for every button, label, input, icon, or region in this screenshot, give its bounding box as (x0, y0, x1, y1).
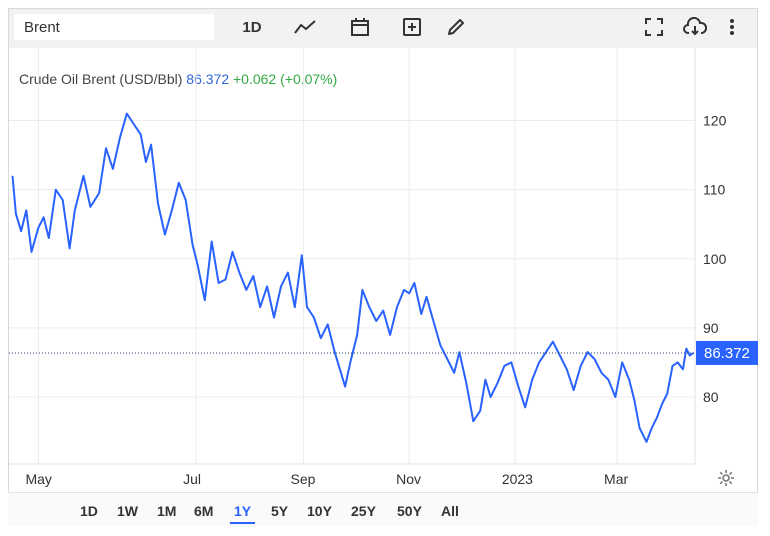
range-button-10y[interactable]: 10Y (303, 500, 336, 522)
x-tick-label: Mar (604, 471, 628, 487)
last-price-label: 86.372 (704, 345, 750, 362)
chart-grid (9, 48, 696, 465)
price-series-line (11, 112, 694, 443)
y-tick-label: 90 (703, 320, 719, 336)
range-button-5y[interactable]: 5Y (267, 500, 292, 522)
x-tick-label: Jul (183, 471, 201, 487)
range-button-1m[interactable]: 1M (153, 500, 180, 522)
x-tick-label: 2023 (502, 471, 533, 487)
range-button-6m[interactable]: 6M (190, 500, 217, 522)
y-tick-label: 110 (703, 182, 726, 198)
range-button-50y[interactable]: 50Y (393, 500, 426, 522)
range-button-all[interactable]: All (437, 500, 463, 522)
settings-gear-icon[interactable] (716, 468, 736, 488)
range-button-1y[interactable]: 1Y (230, 500, 256, 524)
range-button-25y[interactable]: 25Y (347, 500, 380, 522)
x-tick-label: Sep (290, 471, 315, 487)
x-tick-label: May (25, 471, 51, 487)
y-tick-label: 120 (703, 113, 727, 129)
price-chart[interactable]: 80 90 100 110 120 May Jul Sep Nov 2023 Mar 86.372 (0, 0, 770, 536)
range-button-1d[interactable]: 1D (76, 500, 102, 522)
axis-ticks: 80 90 100 110 120 May Jul Sep Nov 2023 Mar (25, 113, 726, 487)
range-button-1w[interactable]: 1W (113, 500, 142, 522)
y-tick-label: 80 (703, 389, 719, 405)
y-tick-label: 100 (703, 251, 727, 267)
x-tick-label: Nov (396, 471, 421, 487)
